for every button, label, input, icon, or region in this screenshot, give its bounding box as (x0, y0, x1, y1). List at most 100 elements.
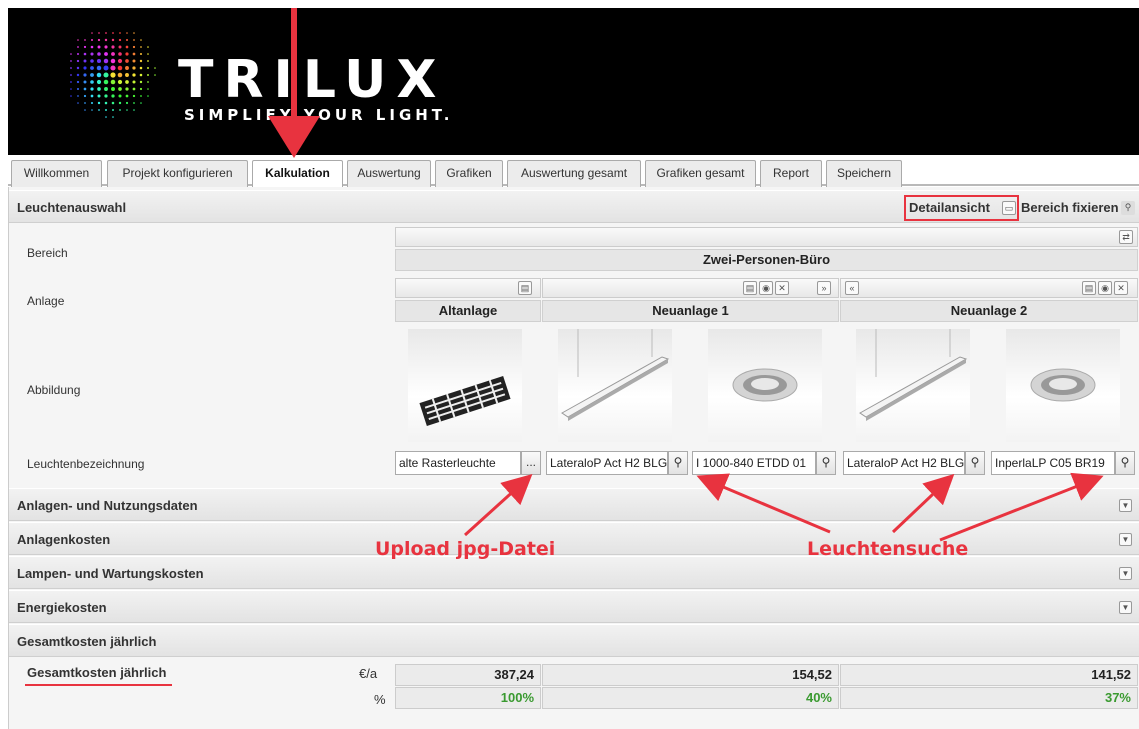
logo-dot (110, 65, 116, 71)
logo-dot (140, 46, 142, 48)
logo-dot (97, 45, 101, 49)
leuchte-field-altanlage[interactable]: alte Rasterleuchte (395, 451, 521, 475)
neuanlage1-copy-icon[interactable]: ◉ (759, 281, 773, 295)
section-title: Anlagenkosten (17, 532, 111, 547)
tab-speichern[interactable]: Speichern (826, 160, 902, 187)
pin-icon[interactable]: ⚲ (1121, 201, 1135, 215)
expand-icon[interactable]: ▼ (1119, 499, 1132, 512)
logo-dot (90, 87, 94, 91)
detailansicht-button[interactable]: Detailansicht (909, 200, 990, 215)
altanlage-header: Altanlage (395, 300, 541, 322)
section-title: Anlagen- und Nutzungsdaten (17, 498, 198, 513)
logo-dot (70, 81, 72, 83)
tab-projekt-konfigurieren[interactable]: Projekt konfigurieren (107, 160, 248, 187)
logo-dot (133, 109, 135, 111)
altanlage-detail-icon[interactable]: ▤ (518, 281, 532, 295)
image-inperla-1 (708, 329, 822, 442)
logo-dot (132, 80, 136, 84)
logo-dot (103, 58, 109, 64)
logo-dot (76, 66, 80, 70)
neuanlage2-detail-icon[interactable]: ▤ (1082, 281, 1096, 295)
section-anlagenkosten[interactable]: Anlagenkosten ▼ (9, 522, 1139, 555)
logo-dot (147, 67, 149, 69)
logo-dot (83, 94, 87, 98)
neuanlage2-header: Neuanlage 2 (840, 300, 1138, 322)
neuanlage1-header: Neuanlage 1 (542, 300, 839, 322)
logo-dot (110, 72, 116, 78)
tab-report[interactable]: Report (760, 160, 822, 187)
logo-dot (132, 94, 136, 98)
logo-dot (112, 109, 114, 111)
leuchte-field-neu2-a[interactable]: LateraloP Act H2 BLG (843, 451, 965, 475)
logo-dot (83, 45, 87, 49)
logo-dot (110, 79, 116, 85)
tab-grafiken[interactable]: Grafiken (435, 160, 503, 187)
logo-dot (90, 101, 94, 105)
search-icon[interactable]: ⚲ (816, 451, 836, 475)
logo-dot (104, 94, 108, 98)
neuanlage2-copy-icon[interactable]: ◉ (1098, 281, 1112, 295)
logo-dot (96, 79, 102, 85)
logo-dot (111, 52, 115, 56)
neuanlage1-detail-icon[interactable]: ▤ (743, 281, 757, 295)
logo-dot (111, 101, 115, 105)
logo-dot (91, 32, 93, 34)
section-lampen-wartungskosten[interactable]: Lampen- und Wartungskosten ▼ (9, 556, 1139, 589)
percent-neuanlage2: 37% (840, 687, 1138, 709)
logo-dot (140, 102, 142, 104)
logo-dot (147, 53, 149, 55)
tab-willkommen[interactable]: Willkommen (11, 160, 102, 187)
neuanlage1-move-right-icon[interactable]: » (817, 281, 831, 295)
tab-kalkulation[interactable]: Kalkulation (252, 160, 343, 188)
logo-dot (84, 39, 86, 41)
logo-dot (125, 66, 129, 70)
label-anlage: Anlage (27, 294, 65, 308)
logo-dot (96, 65, 102, 71)
logo-dot (139, 52, 143, 56)
neuanlage1-close-icon[interactable]: ✕ (775, 281, 789, 295)
leuchte-field-neu1-a[interactable]: LateraloP Act H2 BLG (546, 451, 668, 475)
expand-icon[interactable]: ▼ (1119, 567, 1132, 580)
main-tab-bar: Willkommen Projekt konfigurieren Kalkula… (8, 155, 1139, 188)
image-inperla-2 (1006, 329, 1120, 442)
upload-browse-button[interactable]: ... (521, 451, 541, 475)
tab-auswertung-gesamt[interactable]: Auswertung gesamt (507, 160, 641, 187)
logo-dot (147, 60, 149, 62)
logo-dot (111, 45, 115, 49)
leuchte-field-neu1-b[interactable]: I 1000-840 ETDD 01 (692, 451, 816, 475)
app-header: TRILUX SIMPLIFY YOUR LIGHT. (8, 8, 1139, 155)
neuanlage2-move-left-icon[interactable]: « (845, 281, 859, 295)
logo-dot (70, 60, 72, 62)
neuanlage2-toolbar: « ▤ ◉ ✕ (840, 278, 1138, 298)
detailansicht-toggle-icon[interactable]: ▭ (1002, 201, 1016, 215)
logo-dot (97, 101, 101, 105)
section-anlagen-nutzungsdaten[interactable]: Anlagen- und Nutzungsdaten ▼ (9, 488, 1139, 521)
search-icon[interactable]: ⚲ (668, 451, 688, 475)
logo-dot (90, 73, 94, 77)
logo-dot (76, 59, 80, 63)
annotation-upload: Upload jpg-Datei (375, 538, 556, 560)
logo-dot (125, 101, 129, 105)
unit-percent: % (374, 692, 386, 707)
logo-dot (90, 45, 94, 49)
tab-auswertung[interactable]: Auswertung (347, 160, 431, 187)
leuchte-field-neu2-b[interactable]: InperlaLP C05 BR19 (991, 451, 1115, 475)
expand-icon[interactable]: ▼ (1119, 533, 1132, 546)
neuanlage2-close-icon[interactable]: ✕ (1114, 281, 1128, 295)
logo-dot (84, 102, 86, 104)
search-icon[interactable]: ⚲ (1115, 451, 1135, 475)
logo-dot (111, 94, 115, 98)
logo-dot (90, 59, 94, 63)
expand-icon[interactable]: ▼ (1119, 601, 1132, 614)
section-energiekosten[interactable]: Energiekosten ▼ (9, 590, 1139, 623)
search-icon[interactable]: ⚲ (965, 451, 985, 475)
bereich-fixieren-button[interactable]: Bereich fixieren (1021, 200, 1119, 215)
logo-dot (104, 45, 108, 49)
logo-dot (147, 95, 149, 97)
tab-grafiken-gesamt[interactable]: Grafiken gesamt (645, 160, 756, 187)
logo-dot (104, 101, 108, 105)
logo-dot (147, 88, 149, 90)
refresh-icon[interactable]: ⇄ (1119, 230, 1133, 244)
logo-dot (83, 66, 87, 70)
logo-dot (112, 116, 114, 118)
